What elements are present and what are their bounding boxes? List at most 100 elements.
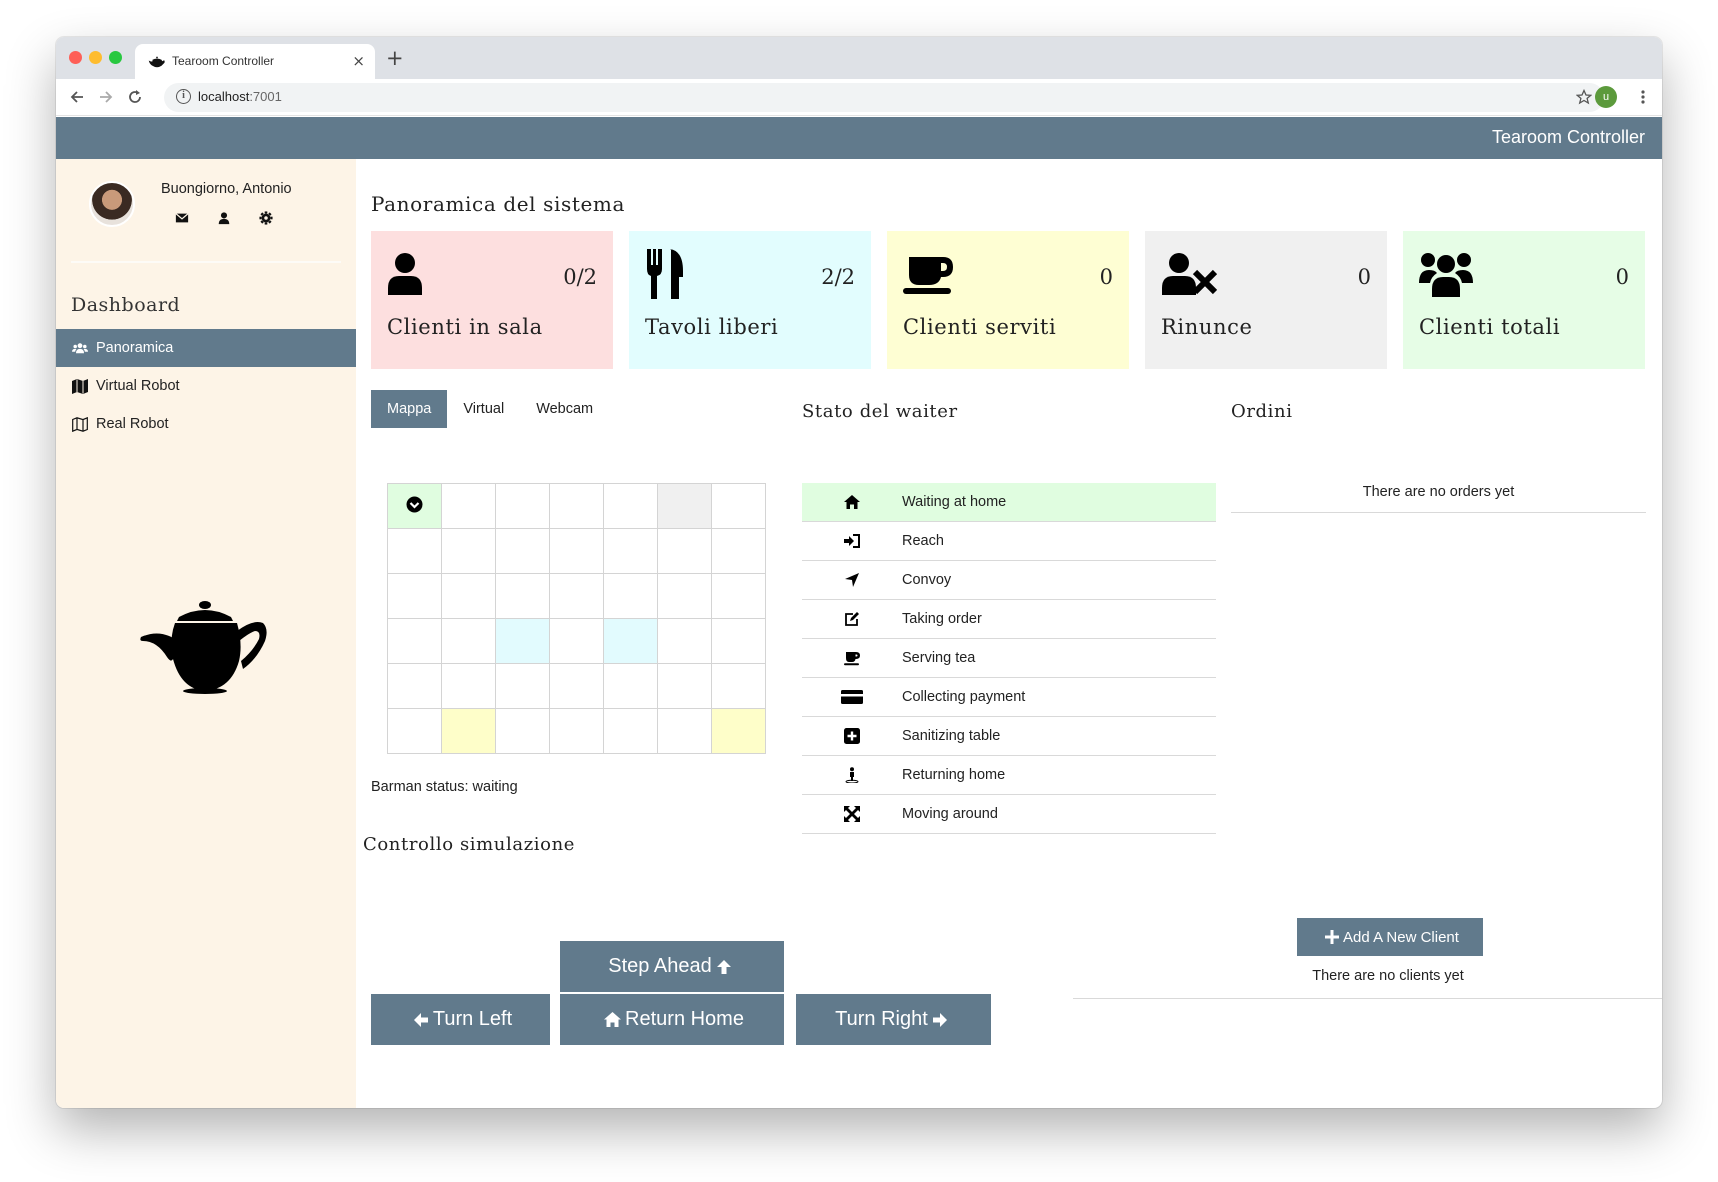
stat-value: 2/2: [821, 265, 855, 289]
map-cell: [711, 528, 766, 574]
map-cell: [603, 528, 658, 574]
overview-title: Panoramica del sistema: [371, 192, 626, 216]
map-cell-table: [603, 618, 658, 664]
sidebar-item-virtual-robot[interactable]: Virtual Robot: [56, 367, 356, 405]
map-cell-table: [495, 618, 550, 664]
map-cell: [603, 663, 658, 709]
map-cell: [441, 528, 496, 574]
address-bar: i localhost:7001 u: [56, 79, 1662, 116]
map-cell-barman: [711, 708, 766, 754]
barman-status: Barman status: waiting: [371, 779, 518, 795]
map-cell: [549, 618, 604, 664]
user-actions: [175, 211, 273, 225]
waiter-state-label: Convoy: [902, 572, 952, 588]
tab-mappa[interactable]: Mappa: [371, 390, 448, 428]
home-icon: [604, 1012, 622, 1027]
users-icon: [1419, 253, 1473, 297]
waiter-state-label: Taking order: [902, 611, 982, 627]
browser-window: Tearoom Controller × + i localhost:7001 …: [56, 37, 1662, 1108]
view-tabs: Mappa Virtual Webcam: [371, 390, 609, 428]
maximize-window-button[interactable]: [109, 51, 122, 64]
map-cell: [495, 663, 550, 709]
map-outline-icon: [72, 416, 88, 432]
waiter-state-row: Serving tea: [802, 639, 1216, 678]
tab-webcam[interactable]: Webcam: [520, 390, 609, 428]
add-client-label: Add A New Client: [1343, 928, 1459, 946]
user-icon[interactable]: [217, 211, 231, 225]
profile-avatar[interactable]: u: [1595, 86, 1617, 108]
stat-label: Clienti serviti: [903, 315, 1057, 339]
map-cell: [603, 708, 658, 754]
waiter-state-row: Convoy: [802, 561, 1216, 600]
sidebar-item-label: Virtual Robot: [96, 378, 180, 394]
map-cell: [495, 528, 550, 574]
tab-strip: Tearoom Controller × +: [56, 37, 1662, 79]
tab-virtual[interactable]: Virtual: [447, 390, 520, 428]
sidebar-item-real-robot[interactable]: Real Robot: [56, 405, 356, 443]
forward-arrow-icon[interactable]: [98, 89, 114, 105]
map-cell: [495, 483, 550, 529]
arrow-right-icon: [932, 1012, 947, 1027]
reload-icon[interactable]: [127, 89, 143, 105]
info-icon[interactable]: i: [176, 89, 191, 104]
waiter-state-row: Waiting at home: [802, 483, 1216, 522]
tab-close-icon[interactable]: ×: [352, 52, 365, 70]
bookmark-star-icon[interactable]: [1576, 89, 1592, 105]
envelope-icon[interactable]: [175, 211, 189, 225]
back-arrow-icon[interactable]: [69, 89, 85, 105]
waiter-state-row: Taking order: [802, 600, 1216, 639]
map-cell: [387, 708, 442, 754]
stat-label: Clienti totali: [1419, 315, 1561, 339]
waiter-state-label: Serving tea: [902, 650, 976, 666]
home-icon: [844, 495, 860, 509]
minimize-window-button[interactable]: [89, 51, 102, 64]
map-cell: [441, 483, 496, 529]
orders-title: Ordini: [1231, 401, 1293, 422]
stat-card-rinunce: 0 Rinunce: [1145, 231, 1387, 369]
waiter-state-label: Returning home: [902, 767, 1006, 783]
map-cell: [387, 618, 442, 664]
waiter-state-label: Collecting payment: [902, 689, 1026, 705]
url-field[interactable]: i localhost:7001: [164, 83, 1604, 112]
map-cell: [657, 618, 712, 664]
return-home-button[interactable]: Return Home: [560, 994, 784, 1045]
turn-right-button[interactable]: Turn Right: [796, 994, 991, 1045]
map-cell-home: [387, 483, 442, 529]
waiter-title: Stato del waiter: [802, 401, 958, 422]
teapot-logo-icon: [140, 601, 267, 694]
add-client-button[interactable]: Add A New Client: [1297, 918, 1483, 956]
dashboard-title: Dashboard: [71, 294, 181, 316]
stat-card-clienti-in-sala: 0/2 Clienti in sala: [371, 231, 613, 369]
gear-icon[interactable]: [259, 211, 273, 225]
app-brand[interactable]: Tearoom Controller: [1492, 127, 1645, 148]
new-tab-button[interactable]: +: [386, 46, 404, 70]
credit-card-icon: [841, 690, 863, 704]
stat-label: Tavoli liberi: [645, 315, 779, 339]
browser-tab[interactable]: Tearoom Controller ×: [135, 44, 375, 79]
clients-empty-message: There are no clients yet: [1073, 963, 1662, 999]
plus-square-icon: [844, 728, 860, 744]
turn-right-label: Turn Right: [835, 1008, 928, 1030]
step-ahead-button[interactable]: Step Ahead: [560, 941, 784, 992]
greeting-text: Buongiorno, Antonio: [161, 181, 292, 197]
app-header: Tearoom Controller: [56, 117, 1662, 159]
stat-value: 0: [1099, 265, 1113, 289]
map-cell: [657, 573, 712, 619]
more-menu-icon[interactable]: [1640, 89, 1646, 105]
stat-value: 0: [1357, 265, 1371, 289]
plus-icon: [1325, 930, 1340, 944]
waiter-state-row: Reach: [802, 522, 1216, 561]
map-cell: [387, 573, 442, 619]
waiter-state-list: Waiting at home Reach Convoy Taking orde…: [802, 483, 1216, 834]
sidebar: Buongiorno, Antonio Dashboard Panoramica…: [56, 159, 356, 1108]
turn-left-button[interactable]: Turn Left: [371, 994, 550, 1045]
step-ahead-label: Step Ahead: [608, 955, 712, 977]
sidebar-divider: [71, 261, 341, 263]
close-window-button[interactable]: [69, 51, 82, 64]
map-cell: [549, 483, 604, 529]
waiter-state-label: Waiting at home: [902, 494, 1007, 510]
mug-icon: [903, 257, 953, 294]
waiter-state-row: Moving around: [802, 795, 1216, 834]
sidebar-item-panoramica[interactable]: Panoramica: [56, 329, 356, 367]
waiter-state-label: Reach: [902, 533, 944, 549]
